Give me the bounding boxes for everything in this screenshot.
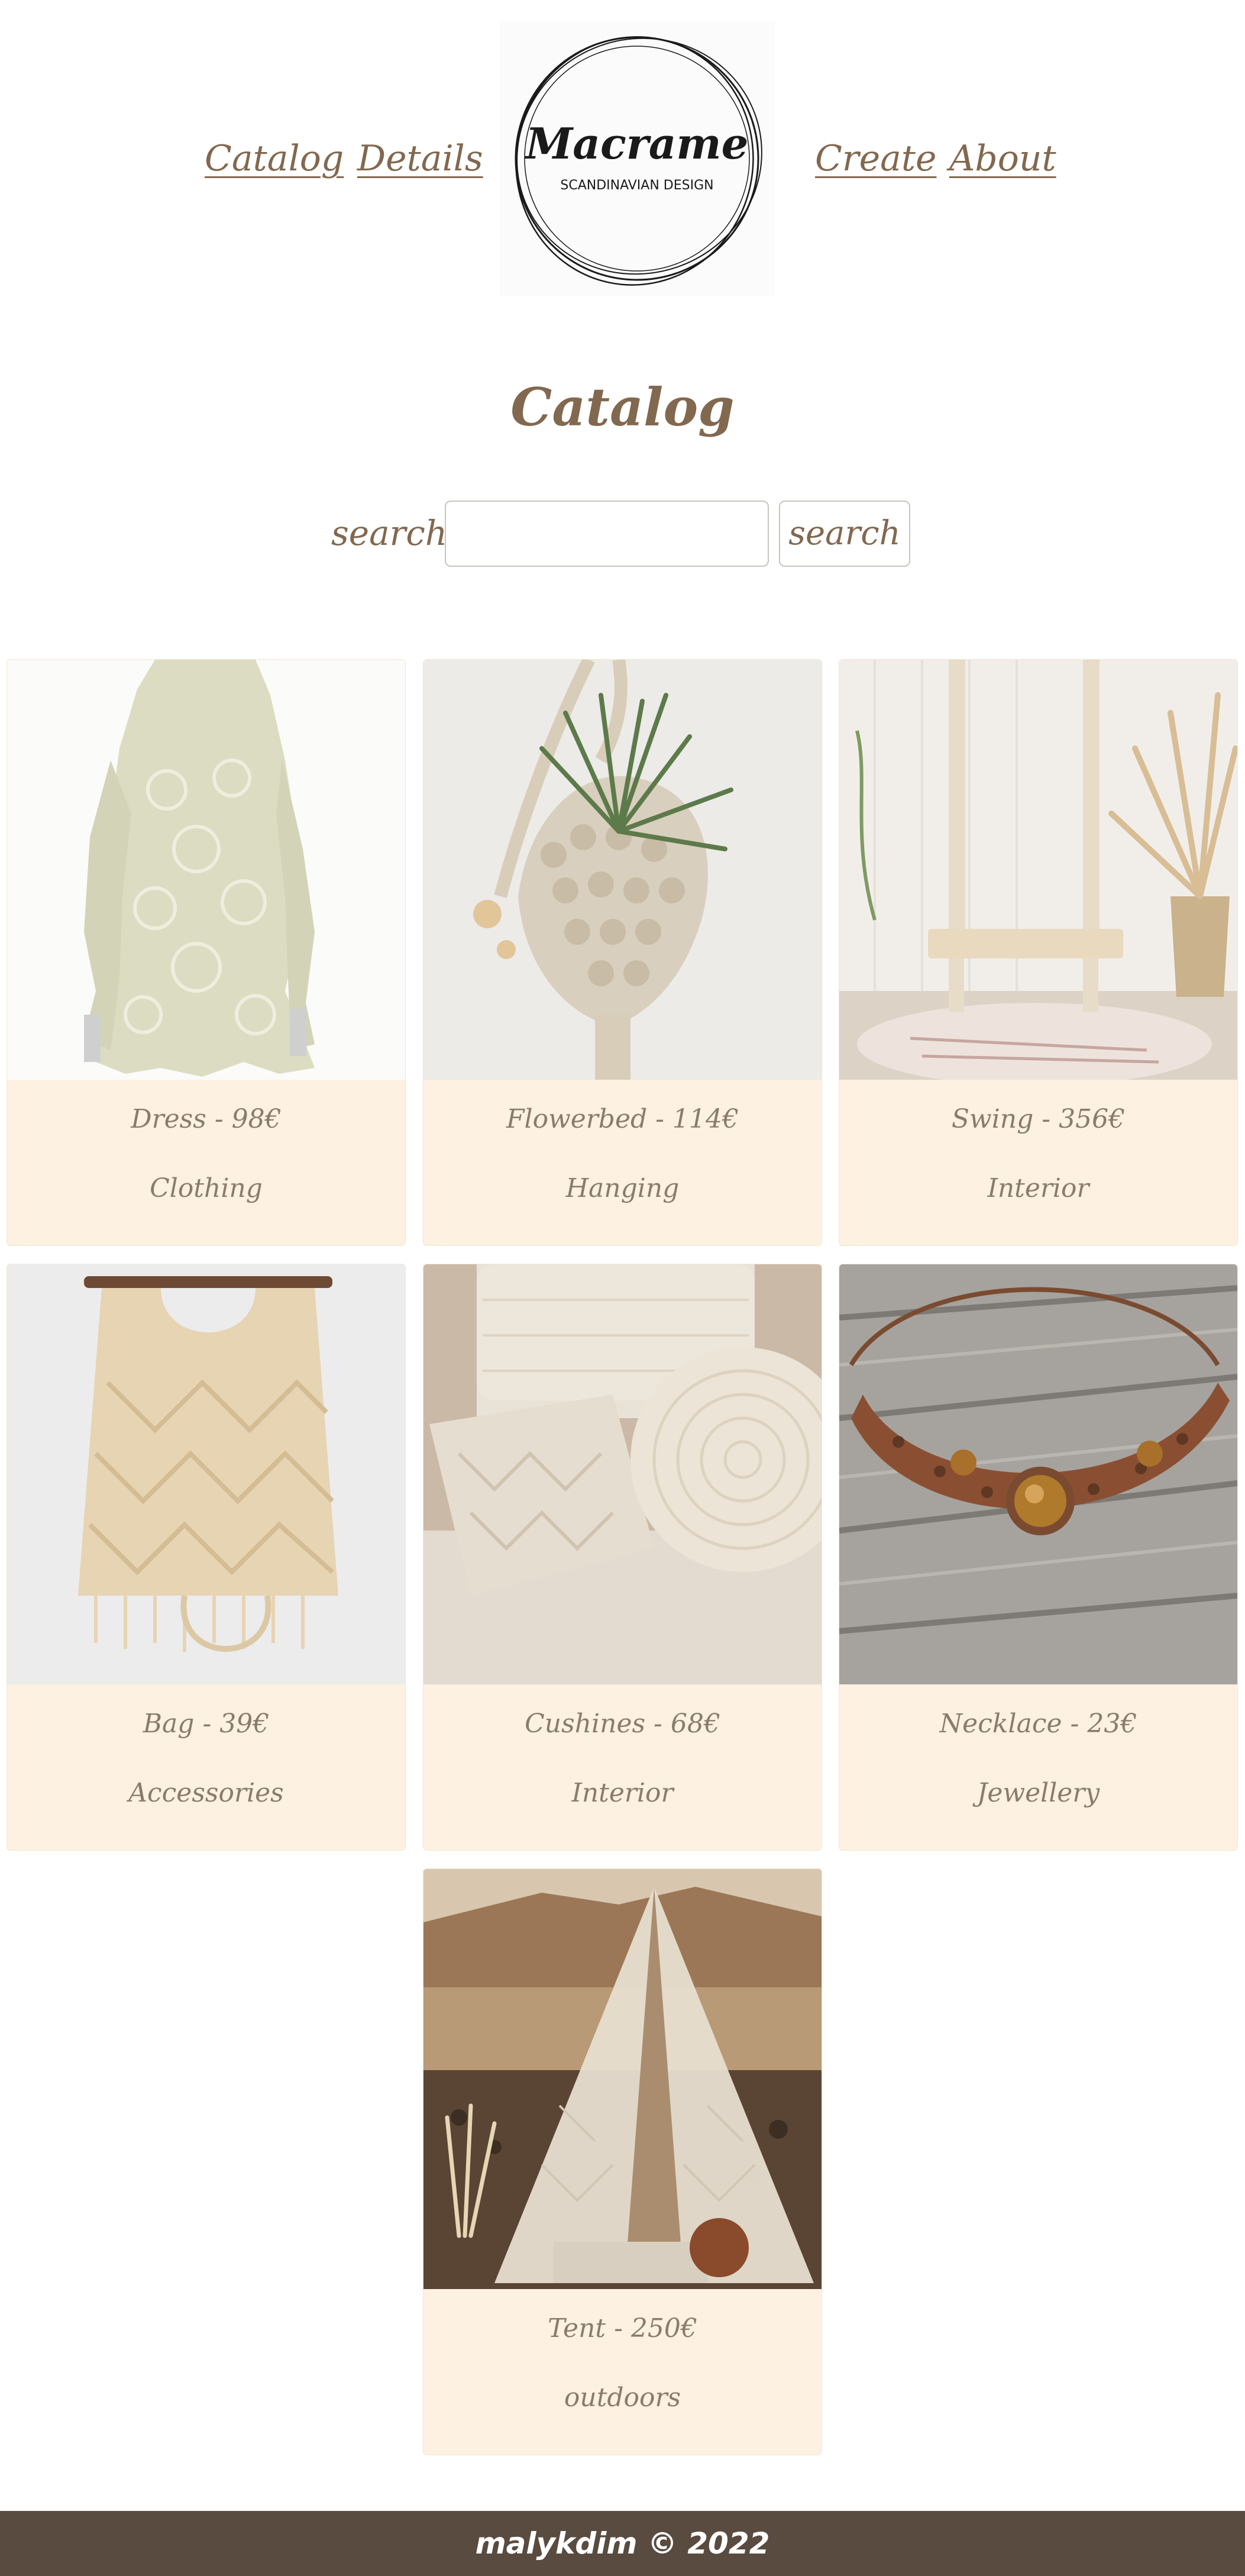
product-image-necklace[interactable] — [839, 1264, 1237, 1684]
product-title: Flowerbed - 114€ — [506, 1104, 739, 1134]
site-logo[interactable]: Macrame SCANDINAVIAN DESIGN — [500, 21, 775, 296]
lace-dress-image — [7, 660, 405, 1080]
product-category: outdoors — [564, 2383, 681, 2413]
nav-link-create[interactable]: Create — [815, 135, 937, 182]
product-category: Accessories — [128, 1778, 284, 1808]
product-title: Cushines - 68€ — [525, 1709, 720, 1739]
braided-necklace-image — [839, 1264, 1237, 1684]
product-title: Tent - 250€ — [548, 2313, 697, 2343]
product-image-flowerbed[interactable] — [423, 660, 822, 1080]
nav-link-about[interactable]: About — [949, 135, 1056, 182]
product-image-bag[interactable] — [7, 1264, 405, 1684]
product-card[interactable]: Bag - 39€ Accessories — [7, 1264, 405, 1850]
site-footer: malykdim © 2022 — [0, 2511, 1245, 2576]
product-card[interactable]: Cushines - 68€ Interior — [423, 1264, 822, 1850]
product-image-dress[interactable] — [7, 660, 405, 1080]
nav-link-catalog[interactable]: Catalog — [205, 135, 344, 182]
macrame-bag-image — [7, 1264, 405, 1684]
product-card[interactable]: Dress - 98€ Clothing — [7, 660, 405, 1245]
logo-tagline: SCANDINAVIAN DESIGN — [560, 178, 713, 193]
logo-wordmark: Macrame — [524, 118, 749, 169]
product-card[interactable]: Tent - 250€ outdoors — [423, 1869, 822, 2455]
product-category: Hanging — [565, 1173, 680, 1203]
nav-link-details[interactable]: Details — [357, 135, 483, 182]
product-card[interactable]: Flowerbed - 114€ Hanging — [423, 660, 822, 1245]
product-category: Jewellery — [976, 1778, 1100, 1808]
product-category: Interior — [571, 1778, 674, 1808]
product-title: Swing - 356€ — [951, 1104, 1126, 1134]
page-title: Catalog — [510, 376, 735, 438]
product-title: Dress - 98€ — [131, 1104, 282, 1134]
search-label: search: — [331, 513, 459, 553]
hanging-plant-holder-image — [423, 660, 822, 1080]
search-input[interactable] — [445, 501, 769, 567]
product-card[interactable]: Necklace - 23€ Jewellery — [839, 1264, 1237, 1850]
product-title: Bag - 39€ — [143, 1709, 270, 1739]
search-button[interactable]: search — [779, 501, 910, 567]
product-image-swing[interactable] — [839, 660, 1237, 1080]
footer-copyright: malykdim © 2022 — [475, 2526, 770, 2561]
product-category: Clothing — [150, 1173, 263, 1203]
product-image-cushines[interactable] — [423, 1264, 822, 1684]
logo-emblem: Macrame SCANDINAVIAN DESIGN — [515, 36, 762, 286]
product-image-tent[interactable] — [423, 1869, 822, 2289]
macrame-tent-image — [423, 1869, 822, 2289]
product-title: Necklace - 23€ — [939, 1709, 1137, 1739]
macrame-swing-image — [839, 660, 1237, 1080]
knitted-cushions-image — [423, 1264, 822, 1684]
product-category: Interior — [987, 1173, 1089, 1203]
product-card[interactable]: Swing - 356€ Interior — [839, 660, 1237, 1245]
